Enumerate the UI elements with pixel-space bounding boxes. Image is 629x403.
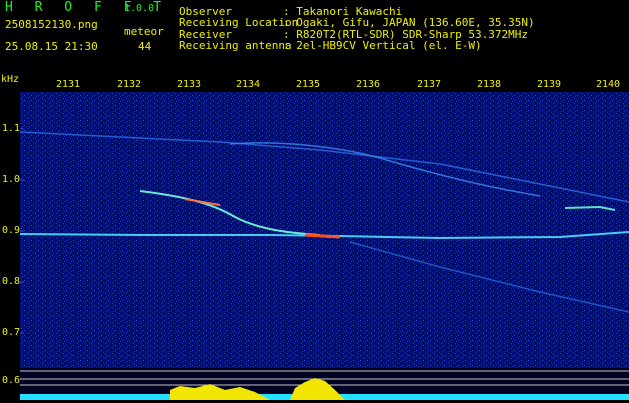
signal-peak-fill — [290, 378, 345, 400]
y-tick-label: 1.0 — [2, 174, 21, 185]
noise-background — [20, 92, 629, 368]
x-tick-label: 2132 — [117, 79, 142, 90]
x-tick-label: 2137 — [417, 79, 442, 90]
axis-unit: kHz — [1, 74, 20, 85]
signal-level-plot — [20, 370, 629, 400]
x-tick-label: 2138 — [477, 79, 502, 90]
y-tick-label: 1.1 — [2, 123, 21, 134]
spectrogram-plot — [19, 92, 629, 368]
mode-count: 44 — [138, 40, 152, 53]
x-tick-label: 2139 — [537, 79, 562, 90]
y-tick-label: 0.7 — [2, 327, 21, 338]
app-version: 1.0.0 — [124, 3, 155, 14]
y-tick-label: 0.8 — [2, 276, 21, 287]
x-tick-label: 2131 — [56, 79, 81, 90]
info-antenna-label: Receiving antenna — [179, 39, 292, 52]
spectrogram — [19, 92, 629, 368]
y-tick-label: 0.9 — [2, 225, 21, 236]
file-name: 2508152130.png — [5, 18, 98, 31]
bottom-level-panel — [20, 368, 629, 400]
mode-label: meteor — [124, 25, 164, 38]
x-tick-label: 2133 — [177, 79, 202, 90]
x-tick-label: 2140 — [596, 79, 621, 90]
x-tick-label: 2136 — [356, 79, 381, 90]
y-tick-label: 0.6 — [2, 375, 21, 386]
timestamp: 25.08.15 21:30 — [5, 40, 98, 53]
info-antenna-value: : 2el-HB9CV Vertical (el. E-W) — [283, 39, 482, 52]
signal-peak-fill — [170, 384, 270, 400]
x-tick-label: 2135 — [296, 79, 321, 90]
meteor-hot-spot — [304, 233, 341, 239]
x-tick-label: 2134 — [236, 79, 261, 90]
